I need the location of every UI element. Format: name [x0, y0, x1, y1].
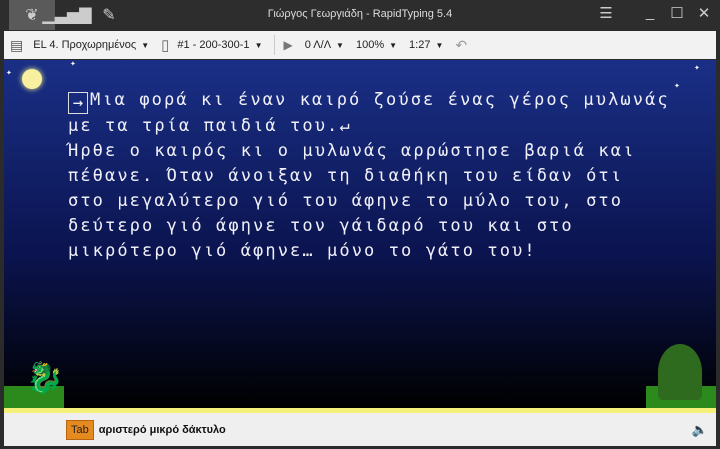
- undo-icon[interactable]: ↶: [455, 37, 467, 54]
- course-select[interactable]: EL 4. Προχωρημένος ▼: [33, 39, 149, 51]
- lesson-select[interactable]: #1 - 200-300-1 ▼: [177, 39, 262, 51]
- text-line: μικρότερο γιό άφηνε… μόνο το γάτο του!: [68, 241, 537, 261]
- text-line: Ήρθε ο καιρός κι ο μυλωνάς αρρώστησε βαρ…: [68, 141, 636, 161]
- dragon-mascot-icon: 🐉: [26, 362, 64, 395]
- maximize-button[interactable]: ☐: [665, 4, 689, 22]
- chevron-down-icon: ▼: [435, 40, 444, 50]
- play-icon[interactable]: ▶: [283, 38, 292, 52]
- zoom-label: 100%: [355, 39, 385, 51]
- course-book-icon: ▤: [10, 36, 24, 53]
- moon-icon: [22, 69, 42, 89]
- menu-icon[interactable]: ☰: [594, 4, 618, 22]
- text-line: Μια φορά κι έναν καιρό ζούσε ένας γέρος …: [90, 90, 670, 110]
- chevron-down-icon: ▼: [389, 40, 398, 50]
- status-bar: Tab αριστερό μικρό δάκτυλο 🔈: [4, 413, 716, 446]
- time-select[interactable]: 1:27 ▼: [409, 39, 443, 51]
- speed-select[interactable]: 0 Λ/Λ ▼: [305, 39, 344, 51]
- star-icon: ✦: [674, 83, 680, 90]
- lesson-label: #1 - 200-300-1: [177, 39, 250, 51]
- zoom-select[interactable]: 100% ▼: [356, 39, 397, 51]
- divider: [274, 35, 276, 55]
- time-label: 1:27: [409, 39, 431, 51]
- chevron-down-icon: ▼: [254, 40, 263, 50]
- star-icon: ✦: [70, 61, 76, 68]
- tree-icon: [658, 344, 702, 400]
- star-icon: ✦: [694, 65, 700, 72]
- title-bar: ❦ ▁▃▅▇ ✎ Γιώργος Γεωργιάδη - RapidTyping…: [0, 0, 720, 30]
- typing-area[interactable]: ✦ ✦ ✦ ✦ → Μια φορά κι έναν καιρό ζούσε έν…: [4, 60, 716, 408]
- enter-marker: ↵: [339, 116, 352, 136]
- star-icon: ✦: [6, 70, 12, 77]
- key-badge: Tab: [66, 419, 94, 440]
- document-icon: ▯: [161, 37, 170, 54]
- text-line: πέθανε. Όταν άνοιξαν τη διαθήκη του είδα…: [68, 166, 624, 186]
- text-line: με τα τρία παιδιά του.: [68, 116, 340, 136]
- course-label: EL 4. Προχωρημένος: [33, 39, 137, 51]
- finger-hint: αριστερό μικρό δάκτυλο: [98, 423, 226, 436]
- chevron-down-icon: ▼: [336, 40, 344, 50]
- minimize-button[interactable]: _: [638, 4, 662, 21]
- close-button[interactable]: ✕: [692, 4, 716, 22]
- text-line: δεύτερο γιό άφηνε τον γάιδαρό του και στ…: [68, 216, 574, 236]
- chevron-down-icon: ▼: [141, 40, 150, 50]
- speaker-icon[interactable]: 🔈: [692, 422, 708, 438]
- speed-label: 0 Λ/Λ: [304, 39, 332, 51]
- text-line: στο μεγαλύτερο γιό του άφηνε το μύλο του…: [68, 191, 624, 211]
- lesson-text: → Μια φορά κι έναν καιρό ζούσε ένας γέρος…: [68, 88, 670, 264]
- tab-marker: →: [68, 92, 88, 114]
- toolbar: ▤ EL 4. Προχωρημένος ▼ ▯ #1 - 200-300-1 ▼ …: [4, 31, 716, 59]
